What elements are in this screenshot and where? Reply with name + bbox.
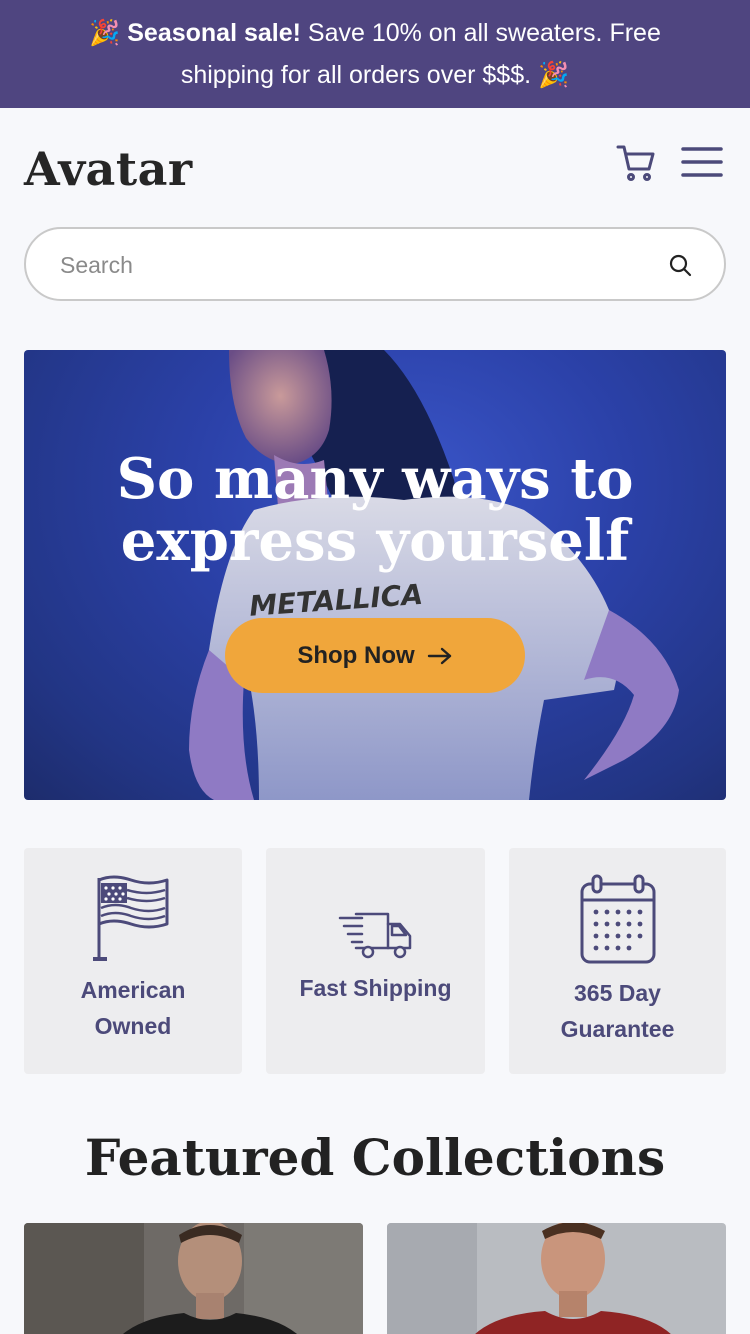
hero-image: METALLICA bbox=[189, 350, 679, 800]
hero-title: So many ways to express yourself bbox=[24, 448, 726, 572]
feature-label-line-1: American bbox=[80, 977, 186, 1003]
hero-title-line-2: express yourself bbox=[120, 508, 630, 574]
party-emoji: 🎉 bbox=[89, 19, 121, 47]
hero-title-line-1: So many ways to bbox=[116, 446, 634, 512]
logo[interactable]: Avatar bbox=[24, 142, 193, 196]
collection-image-2 bbox=[387, 1223, 726, 1334]
shop-now-label: Shop Now bbox=[297, 641, 415, 669]
hamburger-menu-icon[interactable] bbox=[681, 146, 723, 178]
search-input[interactable] bbox=[60, 243, 650, 287]
announcement-bar: 🎉 Seasonal sale! Save 10% on all sweater… bbox=[0, 0, 750, 108]
feature-label: American Owned bbox=[24, 972, 242, 1044]
site-header: Avatar bbox=[0, 108, 750, 226]
feature-label-line-2: Owned bbox=[94, 1013, 172, 1039]
announcement-line-1: 🎉 Seasonal sale! Save 10% on all sweater… bbox=[0, 12, 750, 54]
announcement-line-2: shipping for all orders over $$$. 🎉 bbox=[0, 54, 750, 96]
flag-icon bbox=[24, 874, 242, 964]
feature-label-line-1: 365 Day bbox=[574, 980, 661, 1006]
feature-fast-shipping: Fast Shipping bbox=[266, 848, 485, 1074]
feature-label: 365 Day Guarantee bbox=[509, 975, 726, 1047]
feature-guarantee: 365 Day Guarantee bbox=[509, 848, 726, 1074]
featured-collections-title: Featured Collections bbox=[84, 1128, 666, 1187]
collection-card-2[interactable] bbox=[387, 1223, 726, 1334]
announcement-text-1: Save 10% on all sweaters. Free bbox=[300, 19, 661, 47]
collection-image-1 bbox=[24, 1223, 363, 1334]
feature-label: Fast Shipping bbox=[266, 970, 485, 1006]
feature-label-line-2: Guarantee bbox=[560, 1016, 675, 1042]
delivery-truck-icon bbox=[266, 912, 485, 960]
arrow-right-icon bbox=[427, 647, 451, 664]
search-bar bbox=[24, 227, 726, 301]
party-emoji: 🎉 bbox=[538, 61, 570, 89]
feature-label-line-1: Fast Shipping bbox=[299, 975, 452, 1001]
hero-banner: METALLICA So many ways to express yourse… bbox=[24, 350, 726, 800]
shop-now-button[interactable]: Shop Now bbox=[225, 618, 525, 693]
cart-icon[interactable] bbox=[616, 144, 656, 182]
collection-card-1[interactable] bbox=[24, 1223, 363, 1334]
announcement-text-2: shipping for all orders over $$$. bbox=[180, 61, 532, 89]
calendar-icon bbox=[509, 874, 726, 966]
search-icon[interactable] bbox=[668, 253, 692, 277]
feature-american-owned: American Owned bbox=[24, 848, 242, 1074]
announcement-bold: Seasonal sale! bbox=[127, 19, 301, 47]
features-row: American Owned Fast Shipping 365 Day Gua… bbox=[24, 848, 726, 1074]
